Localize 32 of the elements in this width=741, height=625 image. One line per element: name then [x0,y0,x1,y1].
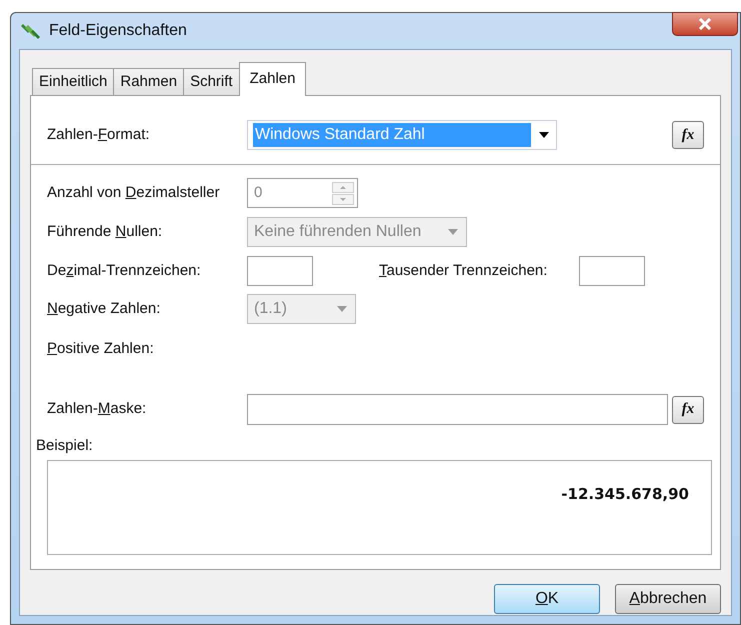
dialog-button[interactable]: OK [494,584,600,614]
thousands-separator-field[interactable] [579,256,645,286]
field-label: Zahlen-Format: [47,124,151,145]
field-label: Zahlen-Maske: [47,399,148,420]
close-icon [698,18,712,30]
example-label: Beispiel: [36,436,94,456]
dropdown-value: (1.1) [254,299,288,319]
formula-button[interactable]: fx [672,396,704,424]
dropdown-value: Windows Standard Zahl [253,123,531,147]
field-label: Tausender Trennzeichen: [379,260,548,281]
decimal-separator-field[interactable] [247,256,313,286]
number-mask-field[interactable] [247,394,668,425]
tab[interactable]: Zahlen [238,62,306,96]
dropdown-arrow-icon [448,229,458,235]
dropdown-arrow-icon [337,306,347,312]
tab[interactable]: Schrift [183,68,240,96]
tab[interactable]: Einheitlich [32,68,114,96]
field-label: Führende Nullen: [47,222,164,242]
dropdown-value: Keine führenden Nullen [254,222,422,242]
dropdown-arrow-icon [539,132,549,138]
formula-button[interactable]: fx [672,121,704,149]
field-label: Dezimal-Trennzeichen: [47,260,202,281]
window-title: Feld-Eigenschaften [49,21,187,41]
close-button[interactable] [672,12,738,36]
tab[interactable]: Rahmen [113,68,184,96]
spinner-value: 0 [254,182,264,203]
field-label: Positive Zahlen: [47,338,155,359]
field-label: Anzahl von Dezimalsteller [47,182,221,203]
example-number: -12.345.678,90 [561,484,689,502]
app-icon [21,21,41,41]
dialog-button[interactable]: Abbrechen [615,584,721,614]
field-label: Negative Zahlen: [47,298,162,319]
